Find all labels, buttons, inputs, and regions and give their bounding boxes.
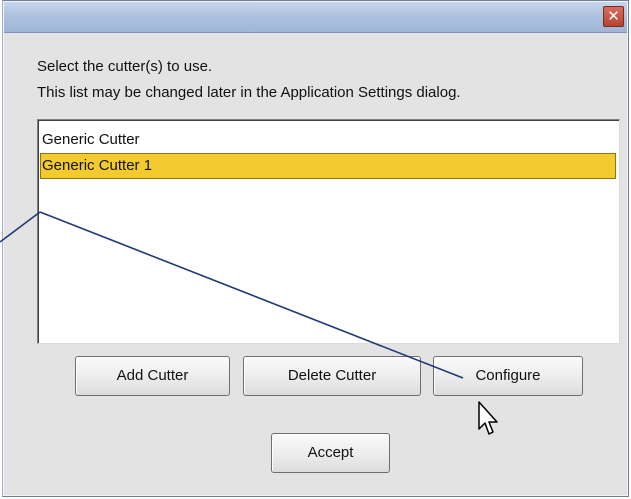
close-button[interactable]: ✕ [603, 6, 624, 27]
add-cutter-button[interactable]: Add Cutter [75, 356, 230, 396]
dialog-titlebar: ✕ [4, 2, 627, 33]
delete-cutter-button[interactable]: Delete Cutter [243, 356, 421, 396]
screenshot-canvas: ✕ Select the cutter(s) to use. This list… [0, 0, 631, 499]
instructions-text: Select the cutter(s) to use. This list m… [37, 54, 461, 106]
configure-button[interactable]: Configure [433, 356, 583, 396]
list-item-generic-cutter-1[interactable]: Generic Cutter 1 [40, 153, 616, 179]
instruction-line-2: This list may be changed later in the Ap… [37, 84, 461, 101]
accept-button[interactable]: Accept [271, 433, 390, 473]
instruction-line-1: Select the cutter(s) to use. [37, 58, 213, 75]
mouse-pointer-icon [478, 401, 498, 435]
list-item-generic-cutter[interactable]: Generic Cutter [40, 127, 616, 153]
cutter-list[interactable]: Generic Cutter Generic Cutter 1 [37, 119, 620, 344]
close-icon: ✕ [607, 7, 620, 25]
